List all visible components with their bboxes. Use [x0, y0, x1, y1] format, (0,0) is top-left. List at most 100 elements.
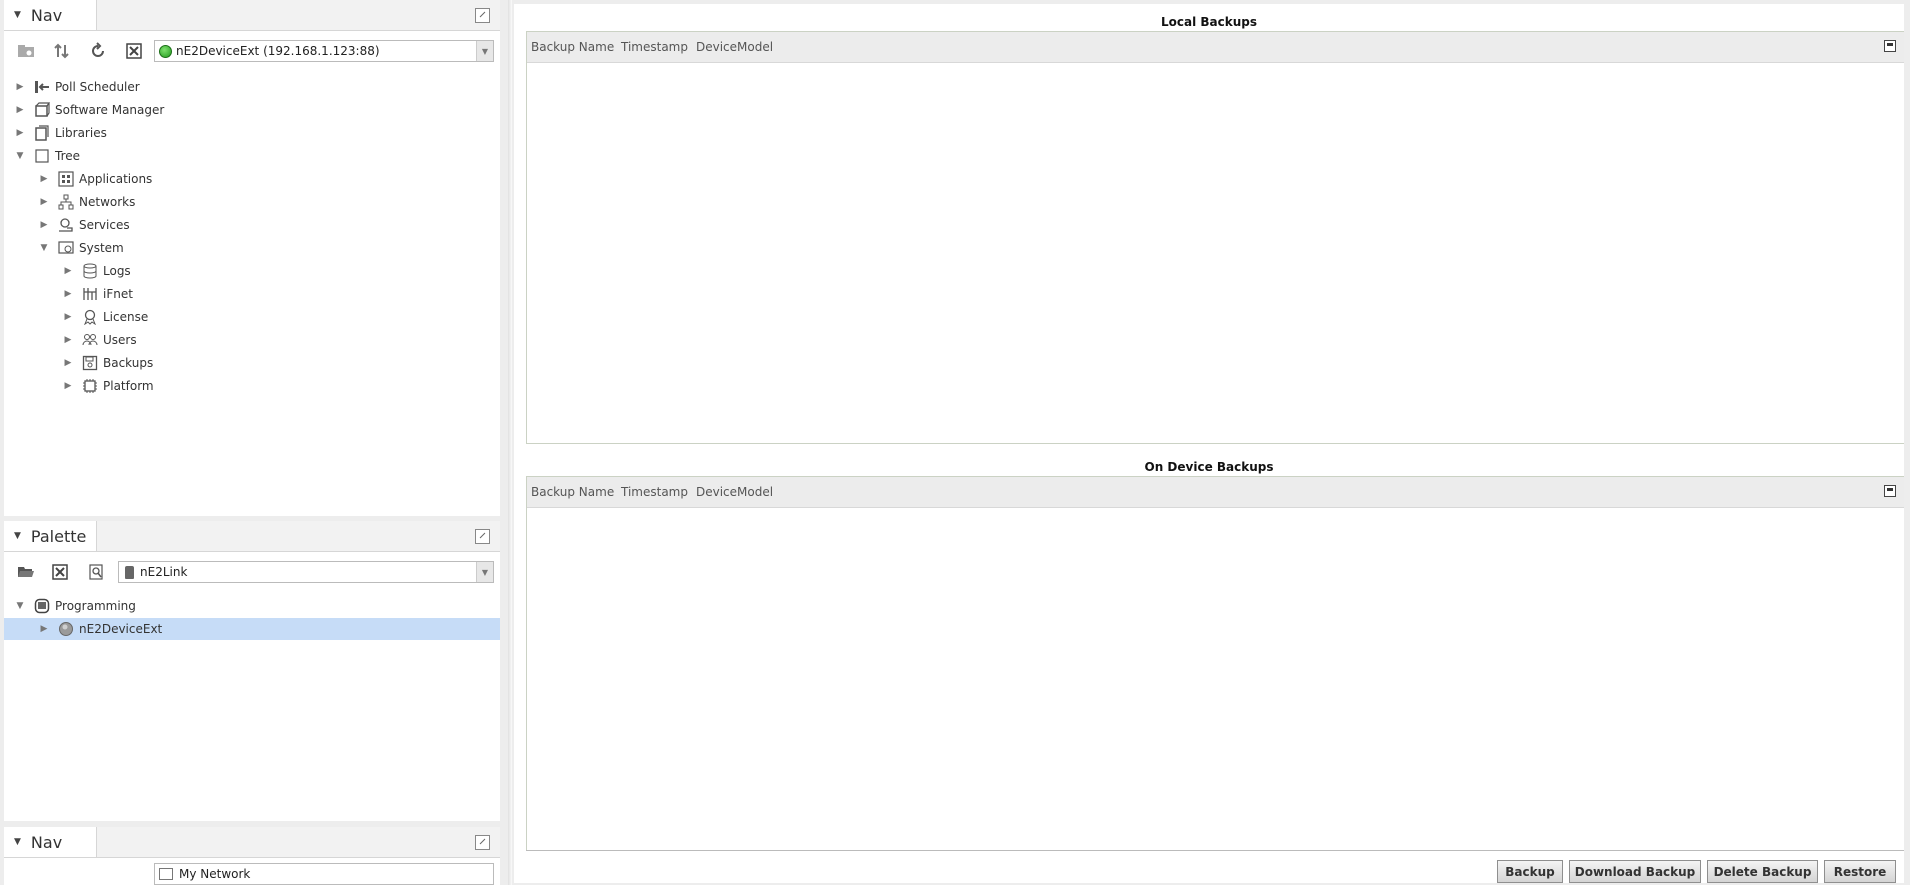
close-icon[interactable]	[50, 562, 70, 582]
new-folder-icon[interactable]	[16, 41, 36, 61]
nav-tab-2[interactable]: ▼ Nav	[4, 827, 97, 857]
on-device-backups-table[interactable]: Backup Name Timestamp DeviceModel	[526, 476, 1904, 851]
maximize-icon[interactable]	[475, 835, 490, 850]
tree-item-label: Logs	[103, 264, 131, 278]
expand-icon[interactable]: ▶	[63, 289, 73, 299]
search-icon[interactable]	[86, 562, 106, 582]
download-backup-button[interactable]: Download Backup	[1569, 860, 1701, 883]
device-ext-icon	[57, 620, 75, 638]
tree-item-label: License	[103, 310, 149, 324]
network-selector-value: My Network	[179, 867, 251, 881]
tree-item-logs[interactable]: ▶ Logs	[63, 260, 131, 282]
expand-icon[interactable]: ▶	[63, 312, 73, 322]
palette-tab[interactable]: ▼ Palette	[4, 521, 97, 551]
refresh-icon[interactable]	[88, 41, 108, 61]
expand-icon[interactable]: ▶	[63, 358, 73, 368]
tree-item-ifnet[interactable]: ▶ iFnet	[63, 283, 133, 305]
tree-item-license[interactable]: ▶ License	[63, 306, 148, 328]
tree-item-label: Libraries	[55, 126, 107, 140]
nav-panel-2: ▼ Nav My Network	[4, 827, 500, 885]
backups-view: Local Backups Backup Name Timestamp Devi…	[514, 4, 1904, 883]
table-header: Backup Name Timestamp DeviceModel	[527, 477, 1904, 508]
column-header-devicemodel[interactable]: DeviceModel	[696, 485, 773, 499]
nav-tab[interactable]: ▼ Nav	[4, 0, 97, 30]
palette-tab-label: Palette	[30, 526, 87, 546]
tree-item-networks[interactable]: ▶ Networks	[39, 191, 135, 213]
nav-tab-2-label: Nav	[30, 832, 63, 852]
nav-panel-2-header: ▼ Nav	[4, 827, 500, 858]
tree-icon	[33, 147, 51, 165]
tree-item-services[interactable]: ▶ Services	[39, 214, 130, 236]
column-header-devicemodel[interactable]: DeviceModel	[696, 40, 773, 54]
collapse-caret-icon[interactable]: ▼	[14, 837, 21, 847]
tree-item-label: Software Manager	[55, 103, 165, 117]
expand-icon[interactable]: ▶	[39, 174, 49, 184]
libraries-icon	[33, 124, 51, 142]
column-chooser-icon[interactable]	[1884, 485, 1896, 497]
expand-icon[interactable]: ▶	[15, 105, 25, 115]
column-chooser-icon[interactable]	[1884, 40, 1896, 52]
maximize-icon[interactable]	[475, 529, 490, 544]
expand-icon[interactable]: ▶	[63, 266, 73, 276]
open-folder-icon[interactable]	[16, 562, 36, 582]
table-header: Backup Name Timestamp DeviceModel	[527, 32, 1904, 63]
module-selector[interactable]: nE2Link ▼	[118, 561, 494, 583]
tree-item-label: Services	[79, 218, 130, 232]
sort-icon[interactable]	[52, 41, 72, 61]
expand-icon[interactable]: ▶	[15, 82, 25, 92]
jar-icon	[125, 565, 134, 579]
palette-item-ne2deviceext[interactable]: ▶ nE2DeviceExt	[4, 618, 500, 640]
tree-item-tree[interactable]: ▼ Tree	[15, 145, 80, 167]
expand-icon[interactable]: ▶	[15, 128, 25, 138]
collapse-caret-icon[interactable]: ▼	[14, 531, 21, 541]
palette-panel-header: ▼ Palette	[4, 521, 500, 552]
collapse-caret-icon[interactable]: ▼	[14, 10, 21, 20]
chevron-down-icon[interactable]: ▼	[476, 41, 493, 61]
collapse-icon[interactable]: ▼	[39, 243, 49, 253]
station-selector[interactable]: nE2DeviceExt (192.168.1.123:88) ▼	[154, 40, 494, 62]
system-icon	[57, 239, 75, 257]
chevron-down-icon[interactable]: ▼	[476, 562, 493, 582]
backups-icon	[81, 354, 99, 372]
delete-backup-button[interactable]: Delete Backup	[1707, 860, 1818, 883]
expand-icon[interactable]: ▶	[39, 197, 49, 207]
nav-panel-header: ▼ Nav	[4, 0, 500, 31]
column-header-timestamp[interactable]: Timestamp	[621, 485, 688, 499]
expand-icon[interactable]: ▶	[39, 624, 49, 634]
services-icon	[57, 216, 75, 234]
column-header-timestamp[interactable]: Timestamp	[621, 40, 688, 54]
tree-item-label: Poll Scheduler	[55, 80, 140, 94]
maximize-icon[interactable]	[475, 8, 490, 23]
tree-item-label: Programming	[55, 599, 136, 613]
expand-icon[interactable]: ▶	[39, 220, 49, 230]
tree-item-label: Backups	[103, 356, 154, 370]
expand-icon[interactable]: ▶	[63, 335, 73, 345]
network-selector[interactable]: My Network	[154, 863, 494, 885]
backup-button[interactable]: Backup	[1497, 860, 1563, 883]
column-header-backup-name[interactable]: Backup Name	[531, 485, 614, 499]
network-icon	[159, 868, 173, 880]
column-header-backup-name[interactable]: Backup Name	[531, 40, 614, 54]
splitter-shadow	[508, 0, 512, 885]
poll-scheduler-icon	[33, 78, 51, 96]
tree-item-applications[interactable]: ▶ Applications	[39, 168, 152, 190]
users-icon	[81, 331, 99, 349]
tree-item-label: nE2DeviceExt	[79, 622, 163, 636]
local-backups-table[interactable]: Backup Name Timestamp DeviceModel	[526, 31, 1904, 444]
palette-toolbar: nE2Link ▼	[4, 551, 500, 593]
tree-item-platform[interactable]: ▶ Platform	[63, 375, 154, 397]
tree-item-poll-scheduler[interactable]: ▶ Poll Scheduler	[15, 76, 140, 98]
expand-icon[interactable]: ▶	[63, 381, 73, 391]
restore-button[interactable]: Restore	[1824, 860, 1896, 883]
tree-item-users[interactable]: ▶ Users	[63, 329, 137, 351]
tree-item-system[interactable]: ▼ System	[39, 237, 124, 259]
programming-icon	[33, 597, 51, 615]
tree-item-label: Users	[103, 333, 137, 347]
tree-item-software-manager[interactable]: ▶ Software Manager	[15, 99, 164, 121]
collapse-icon[interactable]: ▼	[15, 151, 25, 161]
tree-item-libraries[interactable]: ▶ Libraries	[15, 122, 107, 144]
collapse-icon[interactable]: ▼	[15, 601, 25, 611]
tree-item-backups[interactable]: ▶ Backups	[63, 352, 153, 374]
close-icon[interactable]	[124, 41, 144, 61]
palette-item-programming[interactable]: ▼ Programming	[15, 595, 136, 617]
